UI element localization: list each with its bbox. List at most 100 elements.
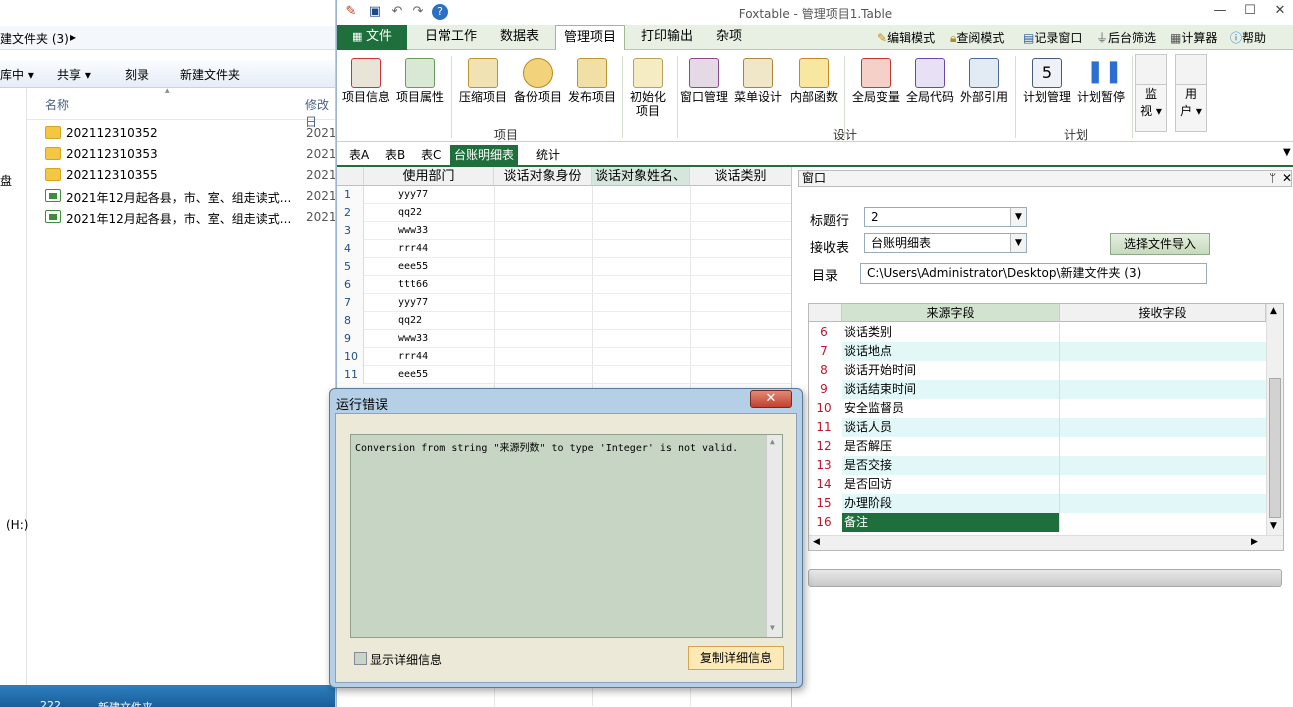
menu-design-button[interactable]: 菜单设计: [731, 54, 785, 124]
receive-field-cell[interactable]: [1060, 494, 1266, 513]
address-bar[interactable]: 建文件夹 (3) ▸: [0, 26, 335, 50]
file-menu[interactable]: ▦ 文件: [337, 25, 407, 50]
dropdown-arrow-icon[interactable]: ▼: [1010, 234, 1026, 252]
receive-field-cell[interactable]: [1060, 399, 1266, 418]
row-number[interactable]: 9: [337, 330, 364, 348]
cell[interactable]: eee55: [398, 261, 428, 272]
plan-manage-button[interactable]: 5 计划管理: [1020, 54, 1074, 124]
row-number[interactable]: 8: [337, 312, 364, 330]
new-folder-button[interactable]: 新建文件夹: [180, 66, 240, 83]
source-field-cell[interactable]: 是否交接: [842, 456, 1060, 475]
tab-data-table[interactable]: 数据表: [492, 25, 547, 50]
taskbar-item[interactable]: 新建文件夹: [98, 699, 153, 707]
source-field-cell[interactable]: 是否回访: [842, 475, 1060, 494]
navigation-pane[interactable]: 盘 (H:): [0, 88, 28, 688]
scrollbar-thumb[interactable]: [1269, 378, 1281, 518]
source-field-cell[interactable]: 备注: [842, 513, 1060, 532]
table-row[interactable]: 9 谈话结束时间: [809, 380, 1266, 399]
view-mode-button[interactable]: 🔒︎查阅模式: [950, 29, 1004, 46]
row-number[interactable]: 7: [337, 294, 364, 312]
row-number[interactable]: 11: [337, 366, 364, 384]
tabs-dropdown-icon[interactable]: ▼: [1283, 147, 1291, 158]
show-details-label[interactable]: 显示详细信息: [370, 651, 442, 668]
tab-table-a[interactable]: 表A: [345, 145, 373, 166]
scroll-up-icon[interactable]: ▲: [1270, 306, 1277, 316]
window-manage-button[interactable]: 窗口管理: [677, 54, 731, 124]
global-code-button[interactable]: 全局代码: [903, 54, 957, 124]
row-number[interactable]: 4: [337, 240, 364, 258]
row-number[interactable]: 6: [337, 276, 364, 294]
help-button[interactable]: ⓘ帮助: [1230, 29, 1266, 46]
field-mapping-grid[interactable]: 来源字段 接收字段 6 谈话类别 7 谈话地点 8 谈话开始时间 9 谈话结束时间 10 安全监督…: [808, 303, 1284, 551]
title-row-select[interactable]: 2 ▼: [864, 207, 1027, 227]
table-row[interactable]: 9 www33: [337, 330, 791, 348]
tab-table-c[interactable]: 表C: [417, 145, 445, 166]
receive-field-cell[interactable]: [1060, 418, 1266, 437]
table-row[interactable]: 11 eee55: [337, 366, 791, 384]
table-row[interactable]: 5 eee55: [337, 258, 791, 276]
cell[interactable]: yyy77: [398, 297, 428, 308]
row-number[interactable]: 3: [337, 222, 364, 240]
table-row[interactable]: 2 qq22: [337, 204, 791, 222]
table-row[interactable]: 1 yyy77: [337, 186, 791, 204]
table-row[interactable]: 10 rrr44: [337, 348, 791, 366]
table-row[interactable]: 8 谈话开始时间: [809, 361, 1266, 380]
cell[interactable]: rrr44: [398, 243, 428, 254]
column-header[interactable]: 谈话类别: [690, 167, 791, 186]
column-header[interactable]: 谈话对象姓名、: [592, 167, 690, 186]
receive-field-cell[interactable]: [1060, 342, 1266, 361]
cell[interactable]: www33: [398, 225, 428, 236]
tab-daily-work[interactable]: 日常工作: [417, 25, 485, 50]
background-filter-button[interactable]: ⏚后台筛选: [1096, 29, 1156, 46]
table-row[interactable]: 15 办理阶段: [809, 494, 1266, 513]
table-row[interactable]: 10 安全监督员: [809, 399, 1266, 418]
receive-field-header[interactable]: 接收字段: [1060, 304, 1266, 322]
list-item[interactable]: 2021年12月起各县，市、室、组走读式... 2021: [45, 207, 335, 227]
row-number[interactable]: 6: [809, 323, 839, 342]
receive-field-cell[interactable]: [1060, 437, 1266, 456]
taskbar-item[interactable]: 222: [40, 699, 61, 707]
scroll-down-icon[interactable]: ▼: [770, 623, 775, 632]
column-header[interactable]: 谈话对象身份: [494, 167, 592, 186]
table-row[interactable]: 4 rrr44: [337, 240, 791, 258]
table-row[interactable]: 16 备注: [809, 513, 1266, 532]
source-field-cell[interactable]: 谈话地点: [842, 342, 1060, 361]
cell[interactable]: eee55: [398, 369, 428, 380]
row-number[interactable]: 1: [337, 186, 364, 204]
init-project-button[interactable]: 初始化 项目: [621, 54, 675, 124]
source-field-cell[interactable]: 谈话人员: [842, 418, 1060, 437]
source-field-cell[interactable]: 谈话开始时间: [842, 361, 1060, 380]
error-message-box[interactable]: Conversion from string "来源列数" to type 'I…: [350, 434, 783, 638]
show-details-checkbox[interactable]: [354, 652, 367, 665]
project-info-button[interactable]: 项目信息: [339, 54, 393, 124]
row-number[interactable]: 12: [809, 437, 839, 456]
row-number[interactable]: 7: [809, 342, 839, 361]
column-name-header[interactable]: 名称: [45, 96, 69, 113]
tab-table-b[interactable]: 表B: [381, 145, 409, 166]
tab-manage-project[interactable]: 管理项目: [555, 25, 626, 51]
error-scrollbar[interactable]: ▲ ▼: [766, 435, 782, 637]
row-number[interactable]: 9: [809, 380, 839, 399]
nav-item-drive-h[interactable]: (H:): [6, 518, 28, 532]
directory-field[interactable]: C:\Users\Administrator\Desktop\新建文件夹 (3): [860, 263, 1207, 284]
row-number[interactable]: 14: [809, 475, 839, 494]
list-item[interactable]: 202112310353 2021: [45, 144, 335, 164]
table-row[interactable]: 6 ttt66: [337, 276, 791, 294]
dropdown-arrow-icon[interactable]: ▼: [1010, 208, 1026, 226]
receive-field-cell[interactable]: [1060, 323, 1266, 342]
source-field-cell[interactable]: 安全监督员: [842, 399, 1060, 418]
chevron-right-icon[interactable]: ▸: [70, 30, 76, 44]
edit-mode-button[interactable]: ✎编辑模式: [877, 29, 935, 46]
nav-item-drive[interactable]: 盘: [0, 172, 12, 189]
table-row[interactable]: 14 是否回访: [809, 475, 1266, 494]
list-item[interactable]: 2021年12月起各县，市、室、组走读式... 2021: [45, 186, 335, 206]
table-row[interactable]: 7 yyy77: [337, 294, 791, 312]
row-number[interactable]: 8: [809, 361, 839, 380]
cell[interactable]: ttt66: [398, 279, 428, 290]
cell[interactable]: qq22: [398, 207, 422, 218]
row-number[interactable]: 15: [809, 494, 839, 513]
source-field-cell[interactable]: 是否解压: [842, 437, 1060, 456]
list-item[interactable]: 202112310352 2021: [45, 123, 335, 143]
table-row[interactable]: 11 谈话人员: [809, 418, 1266, 437]
backup-project-button[interactable]: 备份项目: [511, 54, 565, 124]
